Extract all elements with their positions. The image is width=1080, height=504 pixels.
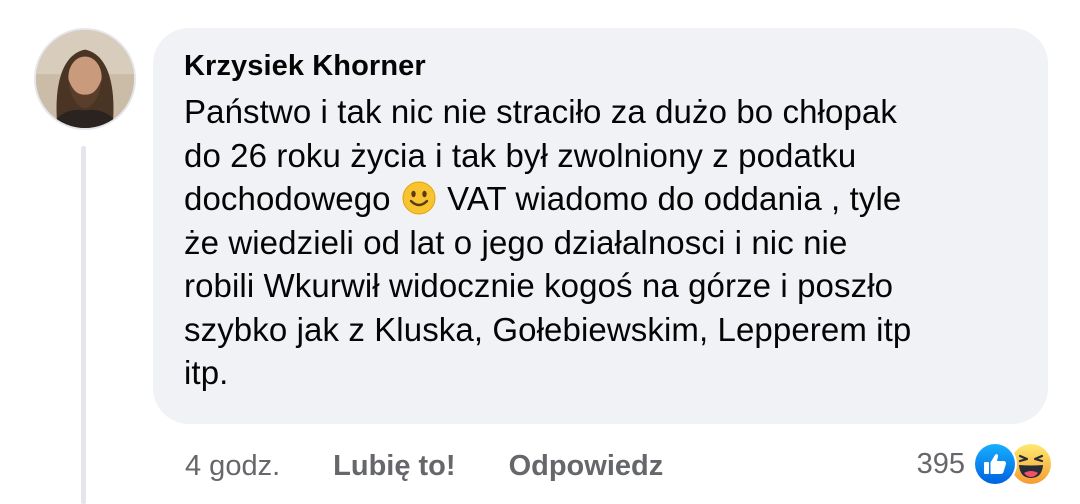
smiling-face-icon <box>402 181 436 215</box>
comment-line: itp. <box>184 354 229 391</box>
comment-author[interactable]: Krzysiek Khorner <box>184 48 1018 84</box>
reaction-count: 395 <box>916 447 965 480</box>
like-reaction-icon <box>973 442 1017 486</box>
reply-button[interactable]: Odpowiedz <box>509 450 664 483</box>
comment-line: do 26 roku życia i tak był zwolniony z p… <box>184 136 857 174</box>
profile-photo <box>36 30 134 128</box>
comment-text: Państwo i tak nic nie straciło za dużo b… <box>184 90 1018 395</box>
comment-line: VAT wiadomo do oddania , tyle <box>447 180 902 217</box>
thread-line <box>81 146 86 504</box>
reactions-summary[interactable]: 395 <box>917 440 1053 488</box>
comment-bubble: Krzysiek Khorner Państwo i tak nic nie s… <box>153 28 1048 424</box>
comment-line: dochodowego <box>184 180 391 217</box>
comment-line: Państwo i tak nic nie straciło za dużo b… <box>184 93 897 130</box>
avatar[interactable] <box>34 28 136 130</box>
like-button[interactable]: Lubię to! <box>333 450 455 483</box>
comment-line: że wiedzieli od lat o jego działalnosci … <box>184 223 848 261</box>
comment-line: robili Wkurwił widocznie kogoś na górze … <box>184 267 894 304</box>
comment-line: szybko jak z Kluska, Gołebiewskim, Leppe… <box>184 310 912 348</box>
reaction-icons <box>973 440 1053 488</box>
comment-actions: 4 godz. Lubię to! Odpowiedz <box>185 446 663 486</box>
comment-timestamp[interactable]: 4 godz. <box>185 450 280 483</box>
comment-screen: Krzysiek Khorner Państwo i tak nic nie s… <box>0 0 1080 504</box>
